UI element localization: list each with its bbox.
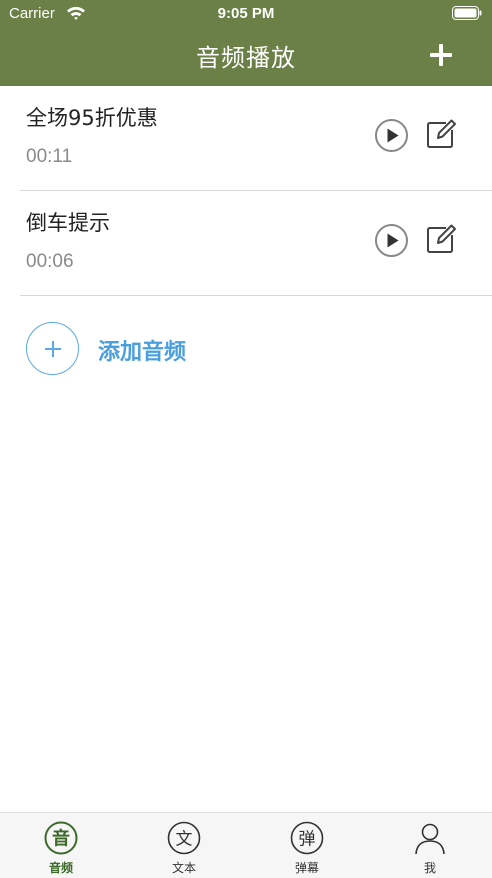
tab-me[interactable]: 我	[380, 813, 480, 878]
play-icon[interactable]	[374, 118, 409, 153]
plus-icon[interactable]	[430, 44, 452, 66]
audio-title: 全场95折优惠	[26, 106, 158, 130]
battery-icon	[452, 6, 482, 20]
audio-title: 倒车提示	[26, 211, 110, 235]
user-icon	[415, 823, 445, 855]
tab-label: 文本	[171, 861, 196, 875]
tab-audio[interactable]: 音 音频	[11, 813, 111, 878]
add-audio-button[interactable]: 添加音频	[26, 322, 326, 376]
text-tab-glyph: 文	[176, 830, 193, 850]
navigation-bar: Carrier 9:05 PM 音频播放	[0, 0, 492, 86]
danmaku-tab-glyph: 弹	[299, 830, 316, 850]
list-item[interactable]: 倒车提示 00:06	[20, 191, 492, 296]
tab-text[interactable]: 文 文本	[134, 813, 234, 878]
page-title: 音频播放	[196, 44, 296, 72]
audio-duration: 00:06	[26, 251, 74, 272]
danmaku-tab-icon: 弹	[290, 821, 324, 855]
edit-icon[interactable]	[424, 117, 458, 151]
status-bar: Carrier 9:05 PM	[0, 0, 492, 28]
add-audio-label: 添加音频	[98, 340, 187, 365]
add-circle-icon[interactable]	[26, 322, 79, 375]
tab-danmaku[interactable]: 弹 弹幕	[257, 813, 357, 878]
audio-duration: 00:11	[26, 146, 73, 167]
tab-label: 我	[423, 861, 436, 875]
list-item[interactable]: 全场95折优惠 00:11	[20, 86, 492, 191]
tab-bar: 音 音频 文 文本 弹 弹幕 我	[0, 812, 492, 878]
tab-label: 音频	[48, 861, 73, 875]
audio-tab-icon: 音	[44, 821, 78, 855]
text-tab-icon: 文	[167, 821, 201, 855]
audio-tab-glyph: 音	[52, 828, 70, 850]
edit-icon[interactable]	[424, 222, 458, 256]
tab-label: 弹幕	[294, 861, 319, 875]
play-icon[interactable]	[374, 223, 409, 258]
status-time: 9:05 PM	[217, 5, 275, 22]
